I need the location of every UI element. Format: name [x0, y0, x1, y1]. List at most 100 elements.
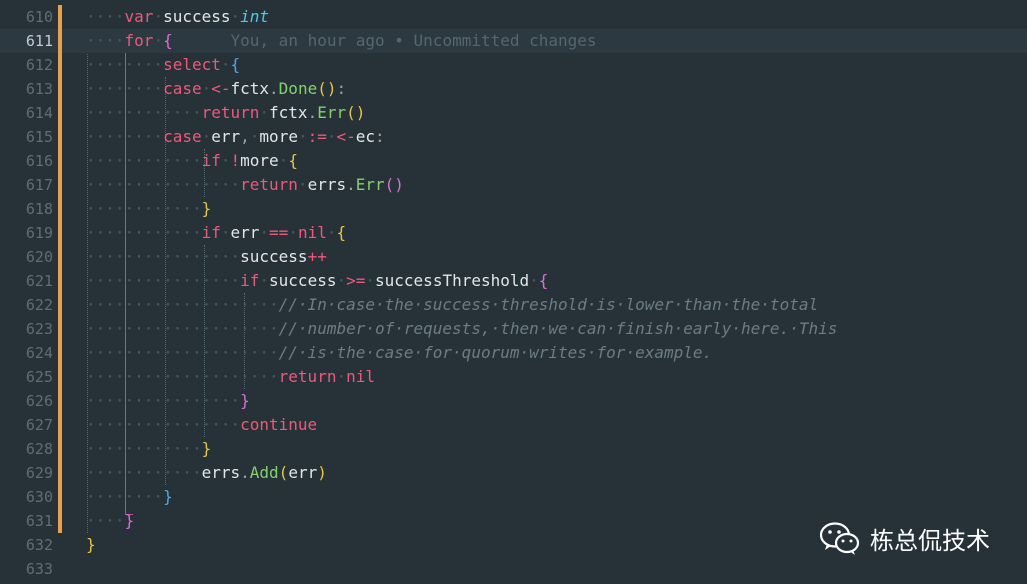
code-line[interactable]: 629 ············errs.Add(err): [0, 461, 1027, 485]
line-number[interactable]: 632: [0, 533, 53, 557]
git-modified-indicator[interactable]: [58, 53, 62, 77]
git-modified-indicator[interactable]: [58, 341, 62, 365]
line-number[interactable]: 628: [0, 437, 53, 461]
git-modified-indicator[interactable]: [58, 29, 62, 53]
git-modified-indicator[interactable]: [58, 173, 62, 197]
git-modified-indicator[interactable]: [58, 509, 62, 533]
code-text[interactable]: ····················//·is·the·case·for·q…: [86, 341, 712, 365]
git-modified-indicator[interactable]: [58, 101, 62, 125]
code-line[interactable]: 622 ····················//·In·case·the·su…: [0, 293, 1027, 317]
code-token: for: [124, 31, 154, 50]
code-text[interactable]: ········}: [86, 485, 173, 509]
git-modified-indicator[interactable]: [58, 77, 62, 101]
code-text[interactable]: }: [86, 533, 96, 557]
git-modified-indicator[interactable]: [58, 365, 62, 389]
line-number[interactable]: 630: [0, 485, 53, 509]
git-modified-indicator[interactable]: [58, 245, 62, 269]
line-number[interactable]: 620: [0, 245, 53, 269]
git-modified-indicator[interactable]: [58, 437, 62, 461]
code-text[interactable]: ············if·!more·{: [86, 149, 298, 173]
current-code-line[interactable]: 611 ····for·{ You, an hour ago • Uncommit…: [0, 29, 1027, 53]
line-number[interactable]: 616: [0, 149, 53, 173]
line-number[interactable]: 629: [0, 461, 53, 485]
code-line[interactable]: 615 ········case·err,·more·:=·<-ec:: [0, 125, 1027, 149]
code-line[interactable]: 623 ····················//·number·of·requ…: [0, 317, 1027, 341]
git-modified-indicator[interactable]: [58, 413, 62, 437]
line-number[interactable]: 614: [0, 101, 53, 125]
git-modified-indicator[interactable]: [58, 149, 62, 173]
git-modified-indicator[interactable]: [58, 5, 62, 29]
code-token: :: [375, 127, 385, 146]
line-number[interactable]: 631: [0, 509, 53, 533]
code-text[interactable]: ····················//·In·case·the·succe…: [86, 293, 818, 317]
code-text[interactable]: ················return·errs.Err(): [86, 173, 404, 197]
code-text[interactable]: ············if·err·==·nil·{: [86, 221, 346, 245]
line-number[interactable]: 621: [0, 269, 53, 293]
line-number[interactable]: 613: [0, 77, 53, 101]
git-modified-indicator[interactable]: [58, 125, 62, 149]
code-token: more: [259, 127, 298, 146]
git-modified-indicator[interactable]: [58, 269, 62, 293]
code-token: ············: [86, 151, 202, 170]
code-text[interactable]: ············return·fctx.Err(): [86, 101, 365, 125]
line-number[interactable]: 615: [0, 125, 53, 149]
code-line[interactable]: 630 ········}: [0, 485, 1027, 509]
line-number[interactable]: 610: [0, 5, 53, 29]
code-line[interactable]: 627 ················continue: [0, 413, 1027, 437]
code-editor[interactable]: 610 ····var·success·int 611 ····for·{ You, …: [0, 5, 1027, 581]
code-line[interactable]: 620 ················success++: [0, 245, 1027, 269]
code-text[interactable]: ················}: [86, 389, 250, 413]
code-text[interactable]: ········case·err,·more·:=·<-ec:: [86, 125, 385, 149]
code-token: ············: [86, 463, 202, 482]
line-number[interactable]: 623: [0, 317, 53, 341]
code-text[interactable]: ········case·<-fctx.Done():: [86, 77, 346, 101]
code-text[interactable]: ················success++: [86, 245, 327, 269]
code-text[interactable]: ····················return·nil: [86, 365, 375, 389]
code-text[interactable]: ········select·{: [86, 53, 240, 77]
code-text[interactable]: ················continue: [86, 413, 317, 437]
code-token: ············: [86, 199, 202, 218]
code-line[interactable]: 626 ················}: [0, 389, 1027, 413]
code-text[interactable]: ················if·success·>=·successThr…: [86, 269, 548, 293]
line-number[interactable]: 627: [0, 413, 53, 437]
line-number[interactable]: 619: [0, 221, 53, 245]
git-modified-indicator[interactable]: [58, 197, 62, 221]
line-number[interactable]: 618: [0, 197, 53, 221]
code-line[interactable]: 616 ············if·!more·{: [0, 149, 1027, 173]
code-line[interactable]: 628 ············}: [0, 437, 1027, 461]
code-line[interactable]: 614 ············return·fctx.Err(): [0, 101, 1027, 125]
code-line[interactable]: 612 ········select·{: [0, 53, 1027, 77]
line-number[interactable]: 611: [0, 29, 53, 53]
git-modified-indicator[interactable]: [58, 221, 62, 245]
code-text[interactable]: ····················//·number·of·request…: [86, 317, 837, 341]
code-text[interactable]: ····}: [86, 509, 134, 533]
code-line[interactable]: 624 ····················//·is·the·case·fo…: [0, 341, 1027, 365]
code-line[interactable]: 621 ················if·success·>=·success…: [0, 269, 1027, 293]
line-number[interactable]: 624: [0, 341, 53, 365]
line-number[interactable]: 622: [0, 293, 53, 317]
code-line[interactable]: 625 ····················return·nil: [0, 365, 1027, 389]
code-line[interactable]: 619 ············if·err·==·nil·{: [0, 221, 1027, 245]
line-number[interactable]: 612: [0, 53, 53, 77]
code-text[interactable]: ············}: [86, 437, 211, 461]
code-text[interactable]: ············errs.Add(err): [86, 461, 327, 485]
git-modified-indicator[interactable]: [58, 317, 62, 341]
code-text[interactable]: ····var·success·int: [86, 5, 269, 29]
git-modified-indicator[interactable]: [58, 389, 62, 413]
git-modified-indicator[interactable]: [58, 461, 62, 485]
code-text[interactable]: ············}: [86, 197, 211, 221]
code-token: {: [163, 31, 173, 50]
git-modified-indicator[interactable]: [58, 293, 62, 317]
code-line[interactable]: 618 ············}: [0, 197, 1027, 221]
code-line[interactable]: 617 ················return·errs.Err(): [0, 173, 1027, 197]
code-line[interactable]: 633: [0, 557, 1027, 581]
code-token: successThreshold: [375, 271, 530, 290]
line-number[interactable]: 617: [0, 173, 53, 197]
line-number[interactable]: 633: [0, 557, 53, 581]
code-line[interactable]: 610 ····var·success·int: [0, 5, 1027, 29]
code-line[interactable]: 613 ········case·<-fctx.Done():: [0, 77, 1027, 101]
git-modified-indicator[interactable]: [58, 485, 62, 509]
line-number[interactable]: 626: [0, 389, 53, 413]
line-number[interactable]: 625: [0, 365, 53, 389]
code-text[interactable]: ····for·{ You, an hour ago • Uncommitted…: [86, 29, 597, 53]
